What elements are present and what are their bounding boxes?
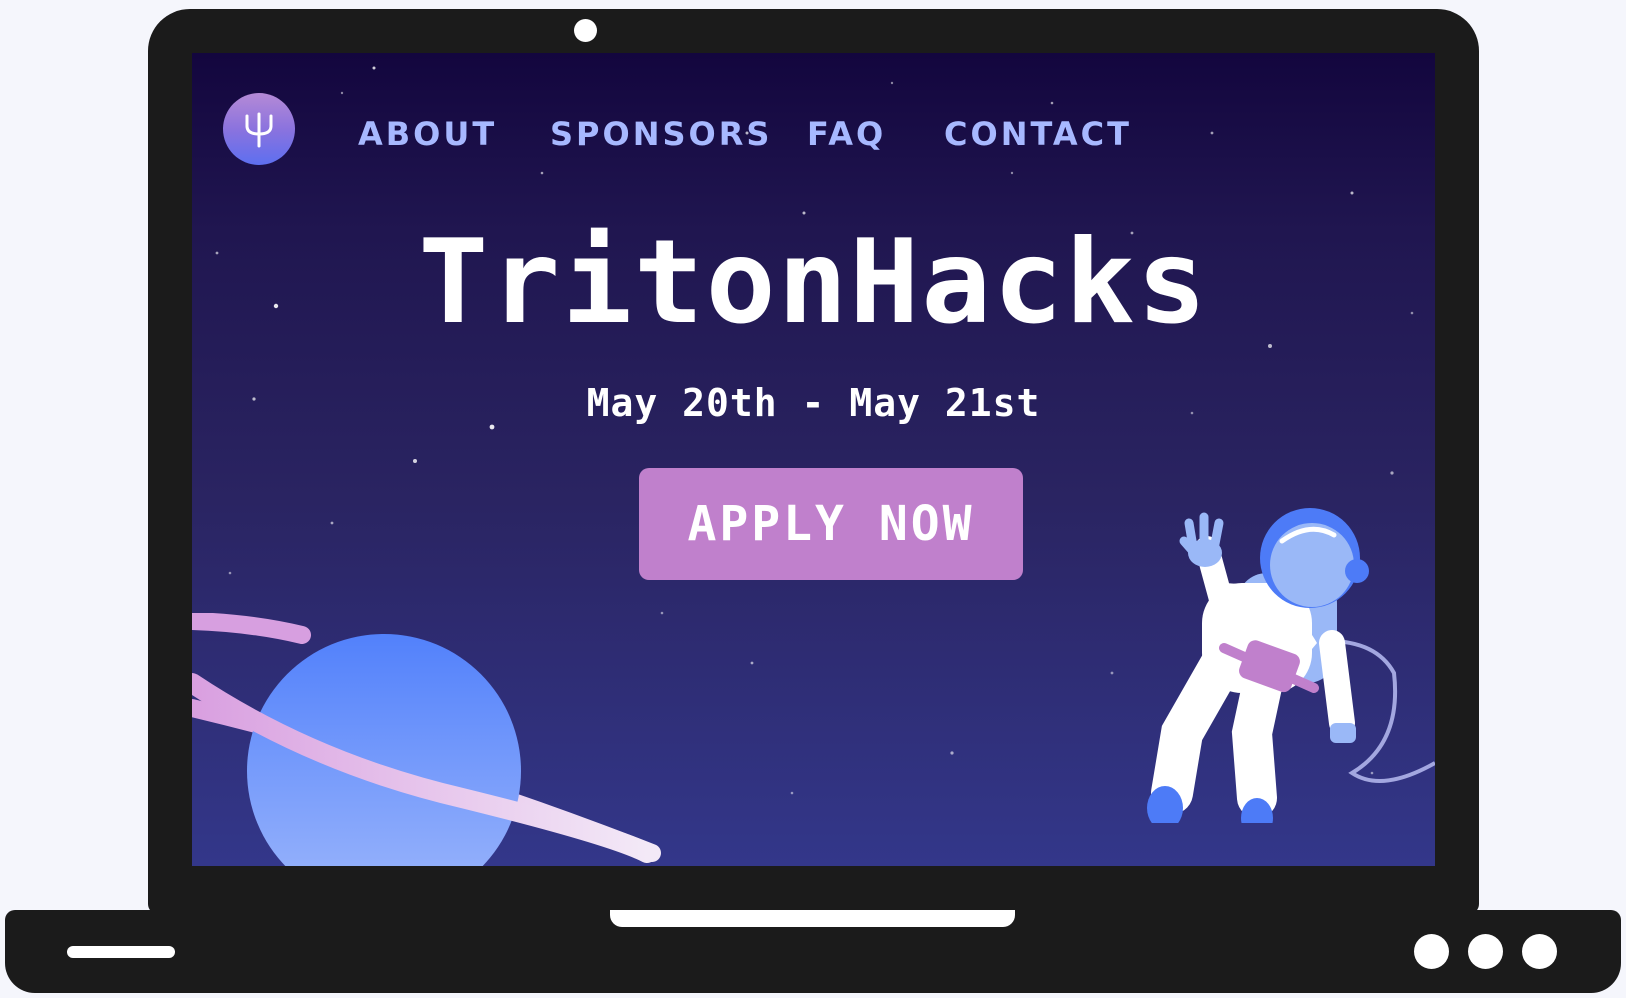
apply-now-button[interactable]: APPLY NOW bbox=[639, 468, 1023, 580]
laptop-hinge bbox=[610, 910, 1015, 927]
base-indicator-light bbox=[1468, 934, 1503, 969]
trident-logo[interactable] bbox=[223, 93, 295, 165]
base-indicator-light bbox=[1522, 934, 1557, 969]
nav-faq[interactable]: FAQ bbox=[807, 115, 886, 153]
event-date: May 20th - May 21st bbox=[586, 381, 1041, 425]
apply-now-label: APPLY NOW bbox=[687, 496, 975, 552]
nav-about[interactable]: ABOUT bbox=[358, 115, 497, 153]
website-screen: ABOUT SPONSORS FAQ CONTACT TritonHacks M… bbox=[192, 53, 1435, 866]
event-title: TritonHacks bbox=[418, 215, 1209, 350]
nav-sponsors[interactable]: SPONSORS bbox=[550, 115, 772, 153]
nav-contact[interactable]: CONTACT bbox=[944, 115, 1132, 153]
ringed-planet-illustration bbox=[192, 613, 661, 866]
base-indicator-light bbox=[1414, 934, 1449, 969]
base-vent bbox=[67, 946, 175, 958]
trident-icon bbox=[245, 112, 273, 148]
waving-astronaut-illustration bbox=[1147, 508, 1435, 823]
laptop-camera bbox=[574, 19, 597, 42]
